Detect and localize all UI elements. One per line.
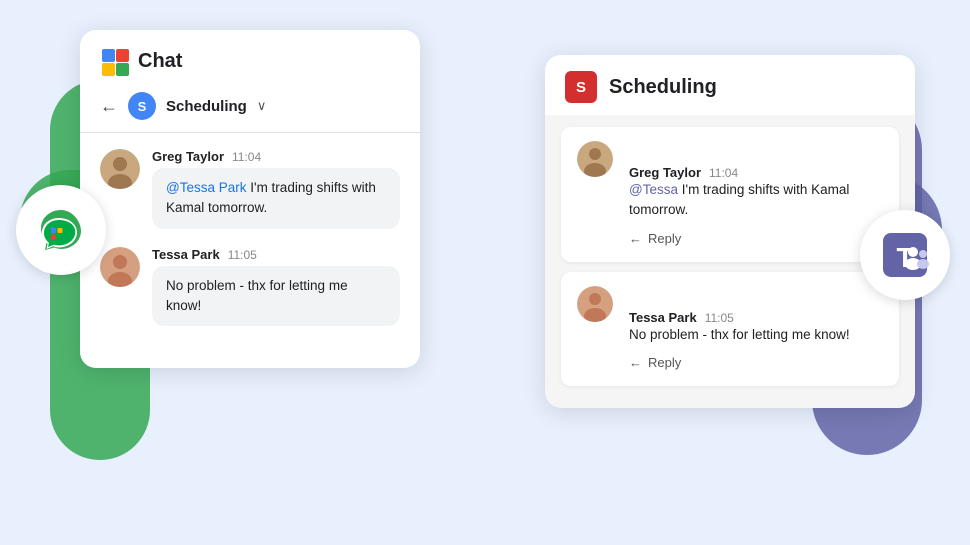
teams-message-card: Tessa Park 11:05 No problem - thx for le… [561, 272, 899, 386]
teams-sender-name: Tessa Park [629, 310, 697, 325]
chat-subheader: ← S Scheduling ∨ [80, 84, 420, 133]
message-meta: Greg Taylor 11:04 [152, 149, 400, 164]
chat-panel-header: Chat [80, 30, 420, 84]
main-scene: Chat ← S Scheduling ∨ [0, 0, 970, 545]
teams-message-text: No problem - thx for letting me know! [629, 325, 850, 345]
teams-message-card: Greg Taylor 11:04 @Tessa I'm trading shi… [561, 127, 899, 262]
reply-label: Reply [648, 231, 681, 246]
chat-app-icon [100, 46, 130, 76]
group-name: Scheduling [166, 98, 247, 115]
avatar-tessa [100, 247, 140, 287]
teams-icon-circle: T [860, 210, 950, 300]
teams-avatar-greg [577, 141, 613, 177]
message-content: Greg Taylor 11:04 @Tessa Park I'm tradin… [152, 149, 400, 229]
message-time: 11:04 [232, 150, 261, 164]
teams-panel: S Scheduling Greg Taylor [545, 55, 915, 408]
teams-sender-name: Greg Taylor [629, 165, 701, 180]
sender-name: Greg Taylor [152, 149, 224, 164]
reply-arrow-icon: ← [629, 231, 642, 246]
message-item: Tessa Park 11:05 No problem - thx for le… [100, 247, 400, 327]
mention-highlight: @Tessa Park [166, 180, 246, 195]
reply-label: Reply [648, 355, 681, 370]
message-time: 11:05 [228, 248, 257, 262]
message-text: No problem - thx for letting me know! [166, 278, 348, 313]
teams-message-meta: Greg Taylor 11:04 @Tessa I'm trading shi… [577, 141, 883, 246]
dropdown-arrow-icon[interactable]: ∨ [257, 98, 267, 114]
chat-messages-area: Greg Taylor 11:04 @Tessa Park I'm tradin… [80, 133, 420, 326]
message-bubble: No problem - thx for letting me know! [152, 266, 400, 327]
message-content: Tessa Park 11:05 No problem - thx for le… [152, 247, 400, 327]
teams-mention: @Tessa [629, 182, 678, 197]
google-chat-icon [35, 204, 87, 256]
teams-icon: T [877, 227, 933, 283]
message-bubble: @Tessa Park I'm trading shifts with Kama… [152, 168, 400, 229]
teams-avatar-tessa [577, 286, 613, 322]
teams-s-badge: S [565, 71, 597, 103]
message-meta: Tessa Park 11:05 [152, 247, 400, 262]
teams-header: S Scheduling [545, 55, 915, 115]
teams-message-meta: Tessa Park 11:05 No problem - thx for le… [577, 286, 883, 370]
teams-message-time: 11:05 [705, 311, 734, 325]
google-chat-icon-circle [16, 185, 106, 275]
reply-button-2[interactable]: ← Reply [629, 355, 850, 370]
group-avatar: S [128, 92, 156, 120]
avatar-greg [100, 149, 140, 189]
teams-message-time: 11:04 [709, 166, 738, 180]
reply-button-1[interactable]: ← Reply [629, 231, 883, 246]
teams-panel-title: Scheduling [609, 76, 717, 99]
teams-message-text: @Tessa I'm trading shifts with Kamal tom… [629, 180, 883, 221]
chat-app-title: Chat [138, 50, 182, 73]
sender-name: Tessa Park [152, 247, 220, 262]
message-item: Greg Taylor 11:04 @Tessa Park I'm tradin… [100, 149, 400, 229]
reply-arrow-icon: ← [629, 355, 642, 370]
google-chat-panel: Chat ← S Scheduling ∨ [80, 30, 420, 368]
back-arrow-icon[interactable]: ← [100, 96, 118, 117]
